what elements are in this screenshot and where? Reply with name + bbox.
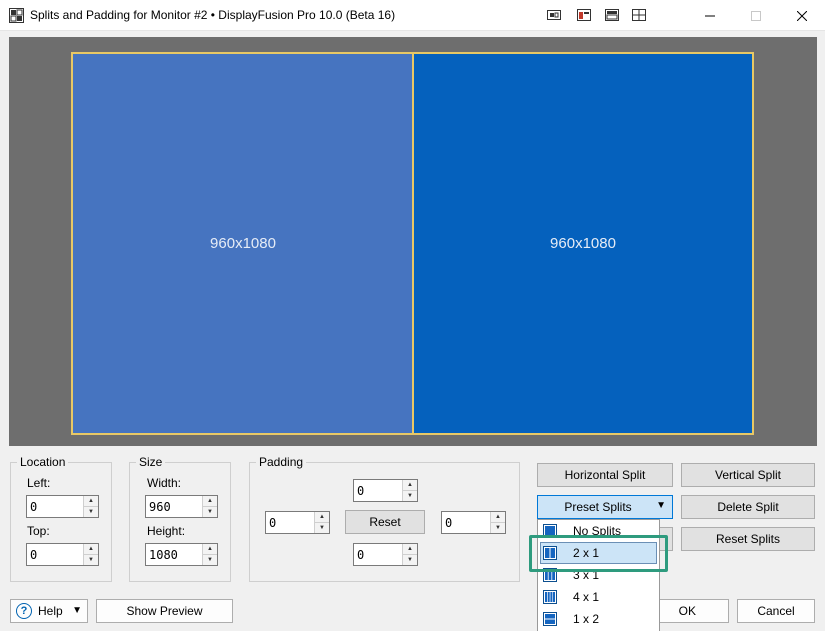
spin-down-icon[interactable]: ▼ xyxy=(403,554,417,565)
menu-item-label: 2 x 1 xyxy=(573,546,600,560)
title-bar[interactable]: Splits and Padding for Monitor #2 • Disp… xyxy=(0,0,825,31)
size-legend: Size xyxy=(136,455,166,469)
padding-right-spinbox[interactable]: ▲▼ xyxy=(441,511,506,534)
padding-legend: Padding xyxy=(256,455,307,469)
maximize-button[interactable] xyxy=(733,0,779,31)
height-input[interactable] xyxy=(146,544,202,565)
padding-top-spinbox[interactable]: ▲▼ xyxy=(353,479,418,502)
menu-item-3x1[interactable]: 3 x 1 xyxy=(538,564,659,586)
help-icon: ? xyxy=(16,603,32,619)
monitor-preview-area: 960x1080 960x1080 xyxy=(9,37,817,446)
dropdown-arrow-icon: ▼ xyxy=(656,500,666,511)
ok-button[interactable]: OK xyxy=(660,599,729,623)
height-label: Height: xyxy=(147,524,186,538)
spin-up-icon[interactable]: ▲ xyxy=(84,544,98,554)
menu-item-label: No Splits xyxy=(573,524,622,538)
spin-up-icon[interactable]: ▲ xyxy=(203,496,217,506)
four-by-one-icon xyxy=(543,590,557,604)
left-label: Left: xyxy=(27,476,51,490)
spin-up-icon[interactable]: ▲ xyxy=(84,496,98,506)
width-spinbox[interactable]: ▲▼ xyxy=(145,495,218,518)
top-spinbox[interactable]: ▲▼ xyxy=(26,543,99,566)
menu-item-4x1[interactable]: 4 x 1 xyxy=(538,586,659,608)
padding-left-input[interactable] xyxy=(266,512,314,533)
two-by-one-icon xyxy=(543,546,557,560)
spin-down-icon[interactable]: ▼ xyxy=(203,554,217,565)
width-label: Width: xyxy=(147,476,182,490)
window-position-icon[interactable] xyxy=(576,7,592,23)
top-input[interactable] xyxy=(27,544,83,565)
menu-item-label: 1 x 2 xyxy=(573,612,600,626)
dropdown-arrow-icon: ▼ xyxy=(72,605,82,616)
top-label: Top: xyxy=(27,524,50,538)
preset-splits-dropdown[interactable]: Preset Splits ▼ xyxy=(537,495,673,519)
partial-hidden-button xyxy=(660,527,673,551)
menu-item-2x1[interactable]: 2 x 1 xyxy=(538,542,659,564)
horizontal-split-button[interactable]: Horizontal Split xyxy=(537,463,673,487)
displayfusion-app-icon xyxy=(9,8,24,23)
left-input[interactable] xyxy=(27,496,83,517)
preset-splits-menu: No Splits 2 x 1 3 x 1 4 x 1 1 x 2 xyxy=(537,519,660,631)
monitor-profile-icon[interactable] xyxy=(604,7,620,23)
spin-up-icon[interactable]: ▲ xyxy=(315,512,329,522)
window-title: Splits and Padding for Monitor #2 • Disp… xyxy=(30,8,396,22)
location-group: Location Left: ▲▼ Top: ▲▼ xyxy=(10,455,112,582)
spin-down-icon[interactable]: ▼ xyxy=(403,490,417,501)
spin-up-icon[interactable]: ▲ xyxy=(203,544,217,554)
help-label: Help xyxy=(38,604,63,618)
split-size-label: 960x1080 xyxy=(210,235,276,252)
location-legend: Location xyxy=(17,455,69,469)
padding-reset-button[interactable]: Reset xyxy=(345,510,425,534)
spin-up-icon[interactable]: ▲ xyxy=(491,512,505,522)
delete-split-button[interactable]: Delete Split xyxy=(681,495,815,519)
minimize-button[interactable] xyxy=(687,0,733,31)
split-region-right[interactable]: 960x1080 xyxy=(412,52,754,435)
monitor-split-icon[interactable] xyxy=(631,7,647,23)
menu-item-label: 4 x 1 xyxy=(573,590,600,604)
spin-down-icon[interactable]: ▼ xyxy=(315,522,329,533)
spin-down-icon[interactable]: ▼ xyxy=(84,554,98,565)
width-input[interactable] xyxy=(146,496,202,517)
help-dropdown-button[interactable]: ? Help ▼ xyxy=(10,599,88,623)
cancel-button[interactable]: Cancel xyxy=(737,599,815,623)
menu-item-1x2[interactable]: 1 x 2 xyxy=(538,608,659,630)
preset-splits-label: Preset Splits xyxy=(564,500,632,514)
monitor-config-icon[interactable] xyxy=(546,7,562,23)
split-size-label: 960x1080 xyxy=(550,235,616,252)
padding-group: Padding ▲▼ ▲▼ Reset ▲▼ ▲▼ xyxy=(249,455,520,582)
show-preview-button[interactable]: Show Preview xyxy=(96,599,233,623)
spin-down-icon[interactable]: ▼ xyxy=(203,506,217,517)
padding-bottom-input[interactable] xyxy=(354,544,402,565)
padding-left-spinbox[interactable]: ▲▼ xyxy=(265,511,330,534)
padding-bottom-spinbox[interactable]: ▲▼ xyxy=(353,543,418,566)
split-region-left[interactable]: 960x1080 xyxy=(71,52,415,435)
no-splits-icon xyxy=(543,524,557,538)
menu-item-label: 3 x 1 xyxy=(573,568,600,582)
one-by-two-icon xyxy=(543,612,557,626)
spin-up-icon[interactable]: ▲ xyxy=(403,480,417,490)
padding-right-input[interactable] xyxy=(442,512,490,533)
height-spinbox[interactable]: ▲▼ xyxy=(145,543,218,566)
vertical-split-button[interactable]: Vertical Split xyxy=(681,463,815,487)
left-spinbox[interactable]: ▲▼ xyxy=(26,495,99,518)
menu-item-no-splits[interactable]: No Splits xyxy=(538,520,659,542)
spin-down-icon[interactable]: ▼ xyxy=(491,522,505,533)
close-button[interactable] xyxy=(779,0,825,31)
spin-down-icon[interactable]: ▼ xyxy=(84,506,98,517)
three-by-one-icon xyxy=(543,568,557,582)
padding-top-input[interactable] xyxy=(354,480,402,501)
close-icon xyxy=(797,10,807,21)
maximize-icon xyxy=(751,10,761,21)
reset-splits-button[interactable]: Reset Splits xyxy=(681,527,815,551)
minimize-icon xyxy=(705,15,715,16)
size-group: Size Width: ▲▼ Height: ▲▼ xyxy=(129,455,231,582)
spin-up-icon[interactable]: ▲ xyxy=(403,544,417,554)
